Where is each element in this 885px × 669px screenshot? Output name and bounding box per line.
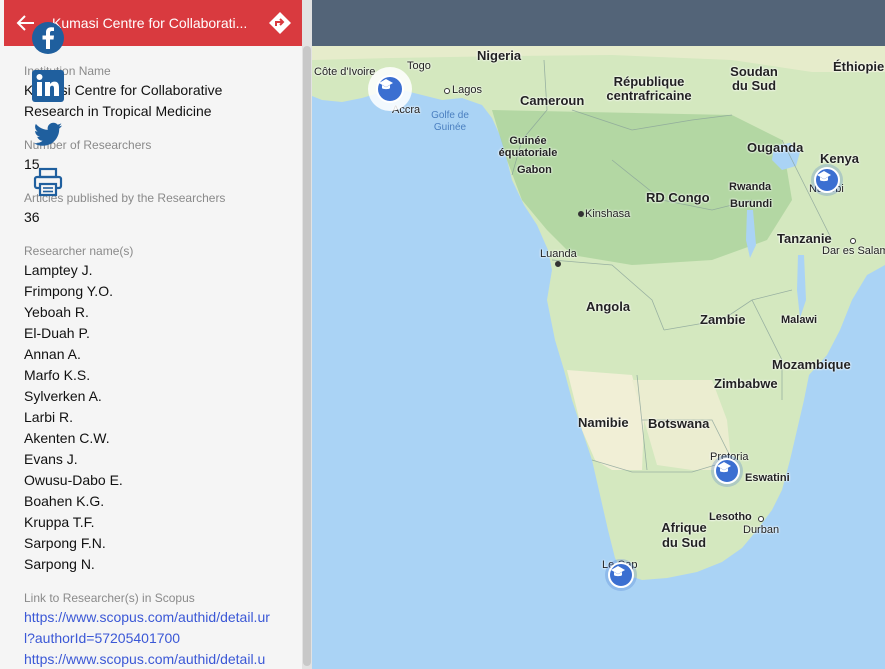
map-label-city: Lagos [452,84,482,96]
map-label-country: Togo [407,60,431,72]
linkedin-icon [32,70,64,102]
map-label-city: Accra [392,104,421,116]
panel-content: Institution Name Kumasi Centre for Colla… [24,62,280,669]
researcher-item: Sarpong N. [24,556,95,572]
researcher-item: Annan A. [24,346,81,362]
researcher-item: Yeboah R. [24,304,89,320]
graduation-cap-icon [817,171,831,182]
articles-count: 36 [24,209,40,225]
map-label-country: RD Congo [646,190,710,205]
city-dot [850,238,856,244]
map-label-country: Gabon [517,164,552,176]
map-label-country: Malawi [781,314,818,326]
city-dot [555,261,561,267]
print-button[interactable] [30,164,66,200]
twitter-share-button[interactable] [30,116,66,152]
map-label-city: Dar es Salam [822,245,885,257]
scopus-links-label: Link to Researcher(s) in Scopus [24,591,195,605]
graduation-cap-icon [379,79,393,90]
facebook-share-button[interactable] [30,20,66,56]
researcher-item: Sarpong F.N. [24,535,106,551]
map-label-country: Éthiopie [833,59,885,74]
researcher-item: Larbi R. [24,409,74,425]
researcher-item: Owusu-Dabo E. [24,472,123,488]
city-dot [758,516,764,522]
city-dot [578,211,584,217]
map-label-country: Ouganda [747,140,804,155]
directions-button[interactable] [268,11,292,35]
map-view[interactable]: Nigeria Soudan du Sud Éthiopie Côte d'Iv… [312,0,885,669]
print-icon [33,167,63,197]
scopus-link[interactable]: https://www.scopus.com/authid/detail.u [24,649,280,669]
researcher-item: Boahen K.G. [24,493,105,509]
researcher-item: Sylverken A. [24,388,102,404]
map-label-country: Rwanda [729,181,772,193]
institution-marker[interactable] [608,562,634,588]
map-label-country: Soudan du Sud [730,64,778,93]
researcher-item: Kruppa T.F. [24,514,95,530]
researcher-item: Lamptey J. [24,262,93,278]
linkedin-share-button[interactable] [30,68,66,104]
map-label-country: Botswana [648,416,710,431]
map-label-country: Angola [586,299,631,314]
researcher-item: Marfo K.S. [24,367,91,383]
graduation-cap-icon [611,566,625,577]
map-label-country: Zambie [700,312,746,327]
map-label-country: Eswatini [745,472,790,484]
map-label-city: Kinshasa [585,208,631,220]
map-label-country: Afrique du Sud [661,520,707,550]
map-label-country: Guinée équatoriale [498,135,558,159]
directions-icon [269,12,291,34]
map-label-city: Luanda [540,248,577,260]
map-label-sea: Golfe de Guinée [431,110,469,133]
graduation-cap-icon [717,462,731,473]
map-label-country: Namibie [578,415,629,430]
map-top-bar [312,0,885,46]
city-dot [444,88,450,94]
researcher-item: Frimpong Y.O. [24,283,113,299]
scopus-link[interactable]: https://www.scopus.com/authid/detail.url… [24,607,280,649]
map-label-country: Nigeria [477,48,522,63]
map-label-country: Côte d'Ivoire [314,66,376,78]
map-label-country: Cameroun [520,93,585,108]
panel-scrollbar-thumb[interactable] [303,46,311,666]
researcher-list: Lamptey J. Frimpong Y.O. Yeboah R. El-Du… [24,260,280,575]
map-label-country: Burundi [730,198,773,210]
map-label-country: Tanzanie [777,231,832,246]
researcher-item: El-Duah P. [24,325,90,341]
institution-marker-selected[interactable] [376,75,404,103]
map-label-country: Mozambique [772,357,851,372]
map-label-country: République centrafricaine [606,74,692,103]
map-label-country: Lesotho [709,511,752,523]
map-label-country: Kenya [820,151,860,166]
facebook-icon [32,22,64,54]
twitter-icon [34,122,62,146]
researcher-names-label: Researcher name(s) [24,244,134,258]
institution-marker[interactable] [814,167,840,193]
panel-title: Kumasi Centre for Collaborati... [52,15,248,31]
researcher-item: Evans J. [24,451,78,467]
researcher-item: Akenten C.W. [24,430,110,446]
map-label-city: Durban [743,524,780,536]
institution-marker[interactable] [714,458,740,484]
map-label-country: Zimbabwe [714,376,778,391]
